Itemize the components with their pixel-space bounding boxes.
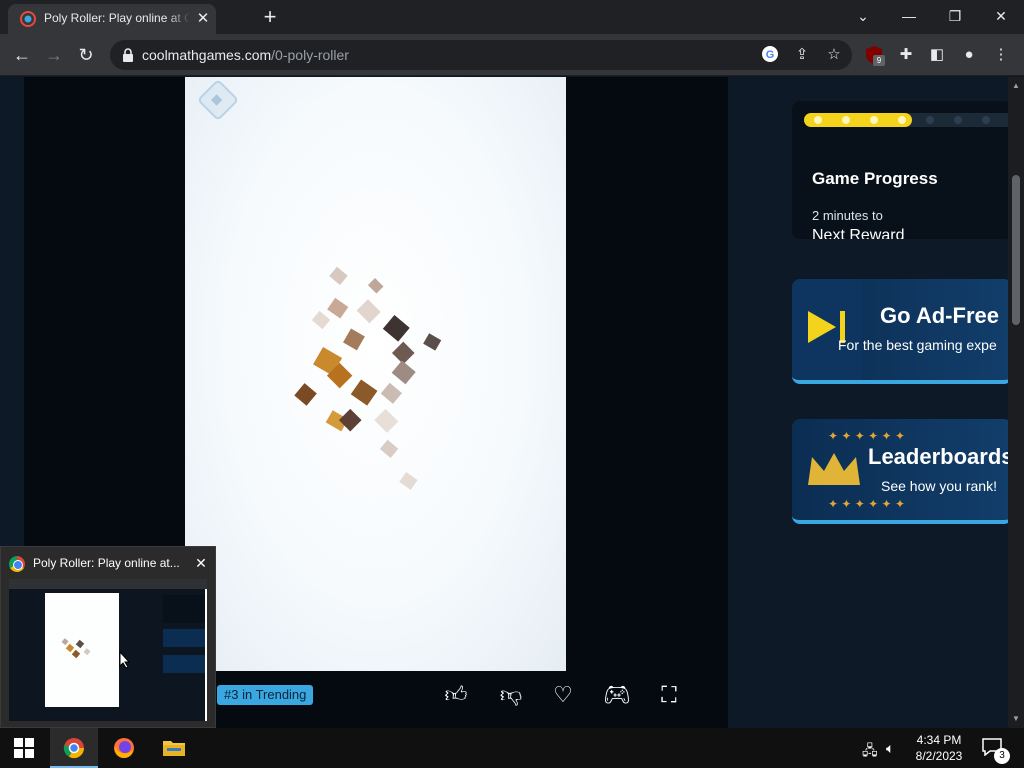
close-window-button[interactable]: ✕ xyxy=(987,4,1015,28)
tab-title: Poly Roller: Play online at Coolmath Gam… xyxy=(44,11,190,25)
progress-dot xyxy=(954,116,962,124)
thumbnail-blocks xyxy=(61,638,91,659)
thumbs-down-icon[interactable]: 👎︎ xyxy=(498,682,524,708)
bookmark-star-icon[interactable]: ☆ xyxy=(824,45,844,65)
svg-text:G: G xyxy=(766,49,775,61)
restore-button[interactable]: ❐ xyxy=(941,4,969,28)
progress-title: Game Progress xyxy=(812,169,938,188)
tab-search-icon[interactable]: ⌄ xyxy=(849,4,877,28)
windows-logo-icon xyxy=(14,738,34,758)
progress-reward: Next Reward xyxy=(812,227,905,239)
thumbnail-edge xyxy=(205,589,207,721)
chrome-icon xyxy=(9,556,25,572)
progress-track xyxy=(804,113,1012,127)
thumbnail-game-canvas xyxy=(45,593,119,707)
game-progress-card[interactable]: Game Progress 2 minutes to Next Reward xyxy=(792,101,1012,239)
ad-free-subtitle: For the best gaming expe xyxy=(838,337,997,353)
side-panel-icon[interactable]: ◧ xyxy=(926,44,948,66)
thumbs-up-icon[interactable]: 👍︎ xyxy=(443,682,469,708)
preview-thumbnail[interactable] xyxy=(9,579,207,721)
share-icon[interactable]: ⇪ xyxy=(792,45,812,65)
play-icon xyxy=(808,311,845,343)
mouse-cursor-icon xyxy=(119,651,131,669)
poly-roller-blocks xyxy=(294,266,442,490)
profile-icon[interactable]: ● xyxy=(958,44,980,66)
taskbar-chrome[interactable] xyxy=(50,728,98,768)
notification-count: 3 xyxy=(994,748,1010,764)
taskbar-firefox[interactable] xyxy=(100,728,148,768)
browser-toolbar: ← → ↻ coolmathgames.com/0-poly-roller G … xyxy=(0,34,1024,76)
tab-strip: Poly Roller: Play online at Coolmath Gam… xyxy=(0,0,1024,34)
progress-dot xyxy=(982,116,990,124)
progress-dot xyxy=(814,116,822,124)
folder-icon xyxy=(163,741,185,756)
firefox-icon xyxy=(114,738,134,758)
star-icon: ✦ ✦ ✦ ✦ ✦ ✦ xyxy=(828,497,905,511)
gamepad-icon[interactable]: 🎮︎ xyxy=(603,682,631,708)
chrome-icon xyxy=(63,738,85,759)
system-clock[interactable]: 4:34 PM 8/2/2023 xyxy=(904,732,974,764)
clock-time: 4:34 PM xyxy=(916,733,962,747)
crown-icon xyxy=(808,453,860,485)
forward-button[interactable]: → xyxy=(42,43,66,67)
progress-dot xyxy=(842,116,850,124)
go-ad-free-card[interactable]: Go Ad-Free For the best gaming expe xyxy=(792,279,1012,384)
progress-dot xyxy=(870,116,878,124)
google-lens-icon[interactable]: G xyxy=(760,45,780,65)
address-bar[interactable]: coolmathgames.com/0-poly-roller G ⇪ ☆ xyxy=(110,40,852,70)
thumbnail-leader-card xyxy=(163,655,207,673)
preview-title: Poly Roller: Play online at... xyxy=(33,556,180,570)
new-tab-button[interactable]: + xyxy=(258,6,282,28)
preview-close-icon[interactable]: ✕ xyxy=(191,553,211,573)
clock-date: 8/2/2023 xyxy=(915,749,963,763)
network-icon[interactable]: 🖧︎ xyxy=(862,740,878,764)
minimize-button[interactable]: — xyxy=(895,4,923,28)
back-button[interactable]: ← xyxy=(10,43,34,67)
page-scrollbar[interactable]: ▲ ▼ xyxy=(1008,77,1024,728)
game-canvas[interactable] xyxy=(185,77,566,671)
thumbnail-adfree-card xyxy=(163,629,207,647)
leaderboards-title: Leaderboards xyxy=(868,444,1012,469)
thumbnail-progress-card xyxy=(163,595,207,623)
progress-time: 2 minutes to xyxy=(812,208,883,223)
fullscreen-icon[interactable]: ⛶ xyxy=(656,682,682,708)
extension-badge: 9 xyxy=(873,55,885,66)
close-tab-icon[interactable]: ✕ xyxy=(194,10,212,28)
trending-badge[interactable]: #3 in Trending xyxy=(217,685,314,705)
leaderboards-subtitle: See how you rank! xyxy=(881,478,997,494)
star-icon: ✦ ✦ ✦ ✦ ✦ ✦ xyxy=(828,429,905,443)
volume-icon[interactable]: 🔈︎ xyxy=(886,740,894,757)
extensions-puzzle-icon[interactable]: ✚ xyxy=(895,44,917,66)
progress-dot xyxy=(926,116,934,124)
windows-taskbar: 🖧︎ 🔈︎ 4:34 PM 8/2/2023 3 xyxy=(0,728,1024,768)
leaderboards-card[interactable]: ✦ ✦ ✦ ✦ ✦ ✦ ✦ ✦ ✦ ✦ ✦ ✦ Leaderboards See… xyxy=(792,419,1012,524)
ad-free-title: Go Ad-Free xyxy=(880,303,999,328)
taskbar-preview-popup[interactable]: Poly Roller: Play online at... ✕ xyxy=(0,546,216,728)
scroll-thumb[interactable] xyxy=(1012,175,1020,325)
lock-icon xyxy=(123,48,133,62)
scroll-up-icon[interactable]: ▲ xyxy=(1011,81,1021,90)
url-text: coolmathgames.com/0-poly-roller xyxy=(142,47,349,63)
favorite-heart-icon[interactable]: ♡ xyxy=(550,682,576,708)
play-icon-box xyxy=(792,279,862,380)
ublock-extension-icon[interactable]: 9 xyxy=(863,45,885,67)
scroll-down-icon[interactable]: ▼ xyxy=(1011,714,1021,723)
start-button[interactable] xyxy=(0,728,48,768)
progress-dot xyxy=(898,116,906,124)
notification-center-icon[interactable]: 3 xyxy=(982,738,1010,764)
taskbar-file-explorer[interactable] xyxy=(150,728,198,768)
menu-kebab-icon[interactable]: ⋮ xyxy=(990,44,1012,66)
sidebar: Game Progress 2 minutes to Next Reward G… xyxy=(728,77,1012,728)
reload-button[interactable]: ↻ xyxy=(74,43,98,67)
browser-tab[interactable]: Poly Roller: Play online at Coolmath Gam… xyxy=(8,4,216,34)
coolmath-favicon-icon xyxy=(20,11,36,27)
